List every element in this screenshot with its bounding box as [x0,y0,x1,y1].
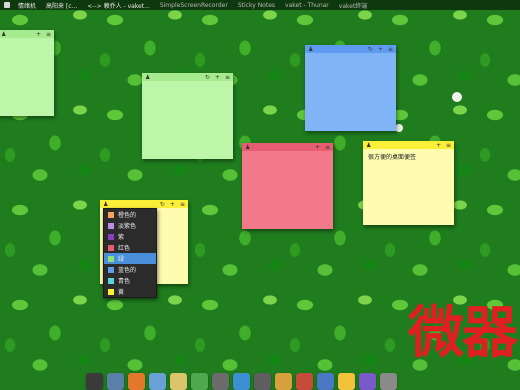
trash-icon[interactable] [380,373,397,390]
task-button[interactable]: 情绪机 [16,1,38,10]
task-button[interactable]: <--> 赖乔人 - vaket... [85,1,152,10]
color-label: 青色 [118,278,131,285]
task-button[interactable]: Sticky Notes [236,2,277,9]
color-swatch [108,222,114,229]
note-titlebar[interactable]: ♟ + ≡ [242,143,333,151]
rocket-icon[interactable] [296,373,313,390]
sticky-note-yellow[interactable]: ♟ + ≡ 很方便的桌面便签 [363,141,454,225]
note-titlebar[interactable]: ♟ ↻ + ≡ [100,200,188,208]
color-label: 橙色的 [118,212,137,219]
music-icon[interactable] [359,373,376,390]
sticky-note-green[interactable]: ♟ ↻ + ≡ [142,73,233,159]
color-label: 蓝色的 [118,267,137,274]
note-menu-icon[interactable]: ≡ [325,144,330,151]
note-menu-icon[interactable]: ≡ [225,74,230,81]
note-pin-icon[interactable]: ♟ [103,201,108,208]
image-viewer-icon[interactable] [275,373,292,390]
color-swatch [108,211,114,218]
task-button[interactable]: 高阳来 [c... [44,1,79,10]
text-editor-icon[interactable] [191,373,208,390]
note-add-icon[interactable]: + [170,201,175,208]
note-titlebar[interactable]: ♟ ↻ + ≡ [142,73,233,81]
refresh-icon[interactable] [233,373,250,390]
color-menu-item[interactable]: 绿 [104,253,156,264]
watermark-logo: 微器 [408,301,518,366]
task-button[interactable]: SimpleScreenRecorder [158,2,230,9]
color-swatch [108,233,114,240]
app-menu-icon[interactable] [4,2,10,8]
note-text[interactable] [142,81,233,87]
note-pin-icon[interactable]: ♟ [145,74,150,81]
task-button[interactable]: vaket - Thunar [283,2,331,9]
color-menu-item[interactable]: 淡紫色 [104,220,156,231]
color-label: 红色 [118,245,131,252]
color-label: 紫 [118,234,125,241]
note-menu-icon[interactable]: ≡ [180,201,185,208]
color-menu-item[interactable]: 蓝色的 [104,264,156,275]
sun-icon[interactable] [338,373,355,390]
note-sync-icon[interactable]: ↻ [205,74,210,81]
sticky-note-blue[interactable]: ♟ ↻ + ≡ [305,45,396,131]
note-add-icon[interactable]: + [315,144,320,151]
bluetooth-icon[interactable] [317,373,334,390]
note-pin-icon[interactable]: ♟ [245,144,250,151]
color-swatch [108,255,114,262]
note-add-icon[interactable]: + [378,46,383,53]
note-titlebar[interactable]: ♟ + ≡ [363,141,454,149]
note-text[interactable] [305,53,396,59]
note-menu-icon[interactable]: ≡ [388,46,393,53]
note-add-icon[interactable]: + [436,142,441,149]
color-swatch [108,244,114,251]
task-button[interactable]: vaket终端 [337,1,370,10]
note-pin-icon[interactable]: ♟ [1,31,6,38]
wallpaper-flower [452,92,462,102]
note-pin-icon[interactable]: ♟ [308,46,313,53]
note-titlebar[interactable]: ♟ ↻ + ≡ [305,45,396,53]
color-menu-item[interactable]: 紫 [104,231,156,242]
color-swatch [108,266,114,273]
color-menu-item[interactable]: 红色 [104,242,156,253]
files-icon[interactable] [149,373,166,390]
settings-icon[interactable] [212,373,229,390]
color-swatch [108,288,114,295]
note-menu-icon[interactable]: ≡ [446,142,451,149]
app-dock [84,369,518,390]
note-sync-icon[interactable]: ↻ [160,201,165,208]
note-menu-icon[interactable]: ≡ [46,31,51,38]
sticky-note-red[interactable]: ♟ + ≡ [242,143,333,229]
note-titlebar[interactable]: ♟ + ≡ [0,30,54,38]
note-pin-icon[interactable]: ♟ [366,142,371,149]
note-add-icon[interactable]: + [36,31,41,38]
note-text[interactable] [242,151,333,157]
browser-icon[interactable] [128,373,145,390]
wallpaper-flower [395,124,403,132]
sticky-note-green[interactable]: ♟ + ≡ [0,30,54,116]
note-color-menu: 橙色的 淡紫色 紫 红色 绿 蓝色的 青色 黄 [103,208,157,298]
top-taskbar: 情绪机 高阳来 [c... <--> 赖乔人 - vaket... Simple… [0,0,520,10]
monitor-icon[interactable] [107,373,124,390]
folder-icon[interactable] [170,373,187,390]
color-menu-item[interactable]: 青色 [104,275,156,286]
media-icon[interactable] [254,373,271,390]
color-label: 绿 [118,256,125,263]
terminal-icon[interactable] [86,373,103,390]
color-menu-item[interactable]: 黄 [104,286,156,297]
note-add-icon[interactable]: + [215,74,220,81]
color-menu-item[interactable]: 橙色的 [104,209,156,220]
note-sync-icon[interactable]: ↻ [368,46,373,53]
color-label: 淡紫色 [118,223,137,230]
color-swatch [108,277,114,284]
note-text[interactable] [0,38,54,44]
note-text[interactable]: 很方便的桌面便签 [363,149,454,164]
color-label: 黄 [118,289,125,296]
